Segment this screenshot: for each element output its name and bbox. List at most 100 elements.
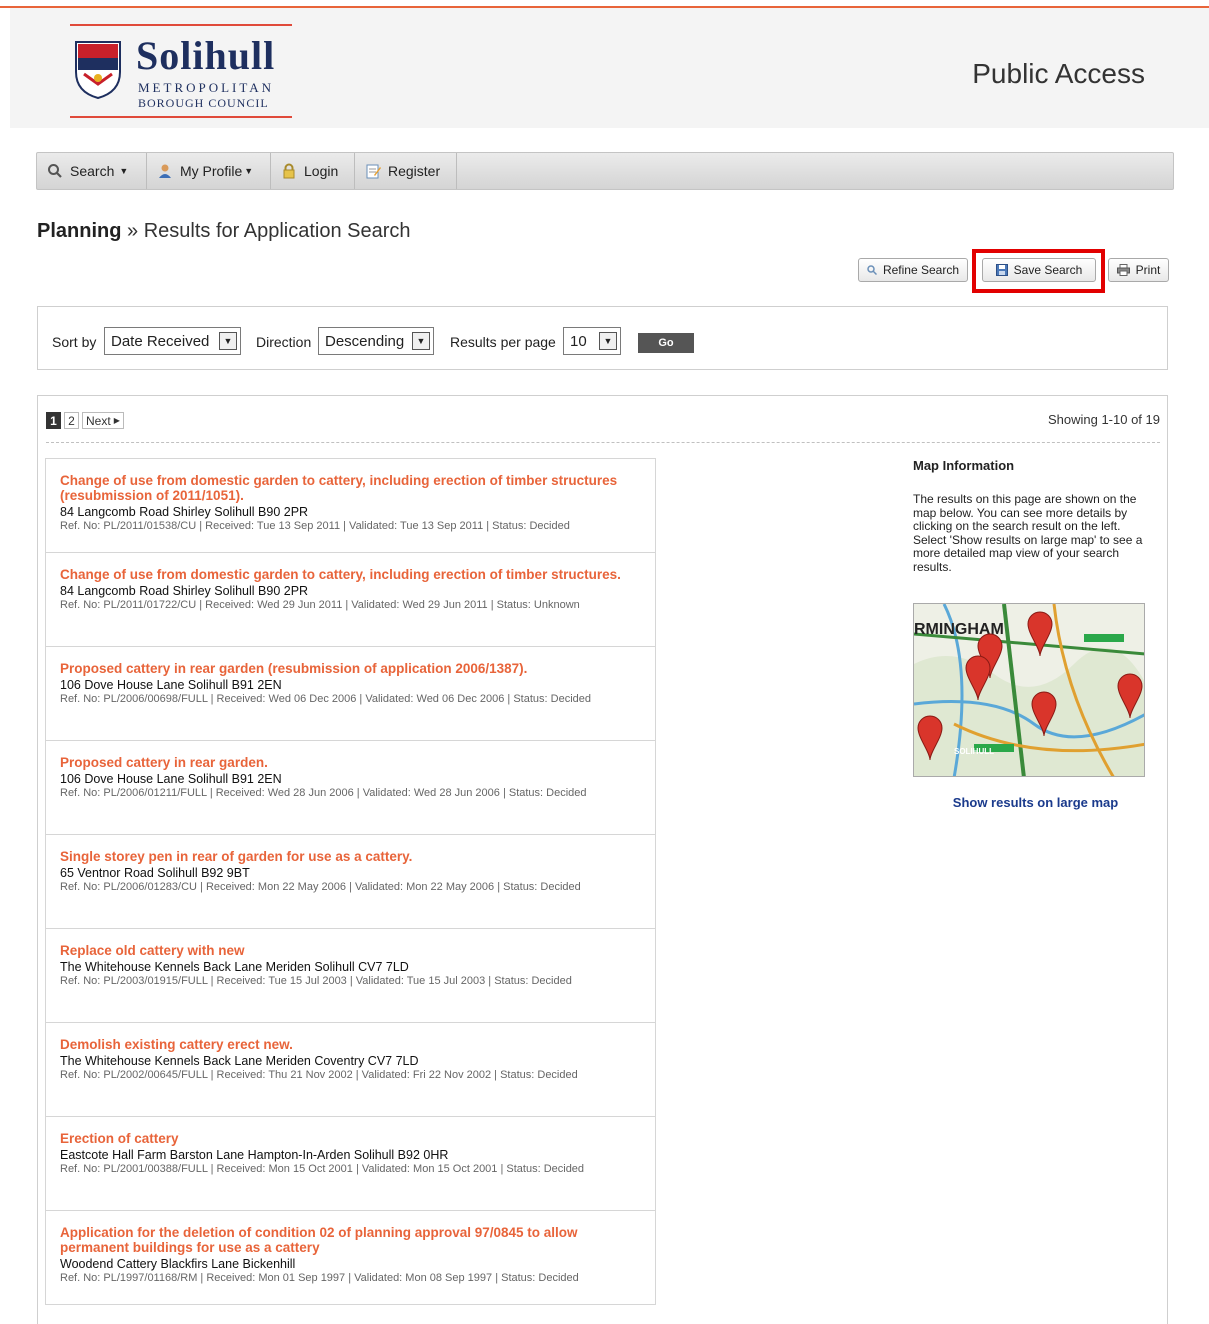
results-panel: 1 2 Next ▶ Showing 1-10 of 19 Change of u… (37, 395, 1168, 1324)
results-per-page-value: 10 (570, 332, 587, 350)
list-item[interactable]: Proposed cattery in rear garden. 106 Dov… (46, 741, 655, 835)
result-meta: Ref. No: PL/2006/01283/CU | Received: Mo… (60, 881, 581, 893)
list-item[interactable]: Single storey pen in rear of garden for … (46, 835, 655, 929)
council-logo[interactable]: Solihull METROPOLITAN BOROUGH COUNCIL (58, 24, 298, 120)
map-heading: Map Information (913, 458, 1015, 473)
result-title[interactable]: Replace old cattery with new (60, 943, 641, 958)
breadcrumb-separator: » (121, 220, 144, 242)
refine-search-label: Refine Search (882, 263, 960, 277)
map-description: The results on this page are shown on th… (913, 492, 1143, 574)
nav-search[interactable]: Search ▼ (37, 153, 147, 189)
results-list: Change of use from domestic garden to ca… (45, 458, 656, 1305)
list-item[interactable]: Change of use from domestic garden to ca… (46, 459, 655, 553)
direction-select[interactable]: Descending ▼ (318, 327, 434, 355)
result-address: Eastcote Hall Farm Barston Lane Hampton-… (60, 1148, 449, 1162)
result-title[interactable]: Application for the deletion of conditio… (60, 1225, 641, 1255)
map-town-label: SOLIHULL (954, 747, 994, 756)
sort-by-select[interactable]: Date Received ▼ (104, 327, 241, 355)
page-1-link[interactable]: 1 (46, 412, 61, 429)
page-2-link[interactable]: 2 (64, 412, 79, 429)
chevron-down-icon: ▼ (219, 332, 237, 350)
result-meta: Ref. No: PL/1997/01168/RM | Received: Mo… (60, 1272, 579, 1284)
result-meta: Ref. No: PL/2003/01915/FULL | Received: … (60, 975, 572, 987)
nav-my-profile[interactable]: My Profile ▼ (147, 153, 271, 189)
logo-wordmark: Solihull (136, 33, 276, 78)
main-nav: Search ▼ My Profile ▼ Login Register (36, 152, 1174, 190)
save-search-highlight (972, 249, 1105, 293)
nav-my-profile-label: My Profile (180, 163, 243, 179)
result-title[interactable]: Change of use from domestic garden to ca… (60, 473, 641, 503)
chevron-down-icon: ▼ (244, 166, 254, 176)
chevron-down-icon: ▼ (412, 332, 430, 350)
show-large-map-link[interactable]: Show results on large map (913, 795, 1158, 810)
result-title[interactable]: Single storey pen in rear of garden for … (60, 849, 641, 864)
sort-by-label: Sort by (52, 334, 97, 350)
nav-login-label: Login (304, 163, 339, 179)
result-address: The Whitehouse Kennels Back Lane Meriden… (60, 960, 409, 974)
print-label: Print (1135, 263, 1161, 277)
logo-subtitle-2: BOROUGH COUNCIL (138, 96, 269, 110)
go-button[interactable]: Go (638, 333, 694, 353)
site-title: Public Access (972, 58, 1145, 89)
result-address: 106 Dove House Lane Solihull B91 2EN (60, 772, 282, 786)
chevron-down-icon: ▼ (119, 166, 129, 176)
breadcrumb: Planning » Results for Application Searc… (37, 220, 411, 243)
result-address: 65 Ventnor Road Solihull B92 9BT (60, 866, 250, 880)
nav-register-label: Register (388, 163, 441, 179)
next-label: Next (86, 413, 111, 428)
list-item[interactable]: Erection of cattery Eastcote Hall Farm B… (46, 1117, 655, 1211)
results-map-thumbnail[interactable]: RMINGHAM SOLIHULL (913, 603, 1145, 777)
result-meta: Ref. No: PL/2011/01722/CU | Received: We… (60, 599, 580, 611)
result-address: The Whitehouse Kennels Back Lane Meriden… (60, 1054, 419, 1068)
result-address: 106 Dove House Lane Solihull B91 2EN (60, 678, 282, 692)
result-address: Woodend Cattery Blackfirs Lane Bickenhil… (60, 1257, 296, 1271)
register-icon (366, 164, 381, 179)
logo-top-rule (70, 24, 292, 26)
list-item[interactable]: Change of use from domestic garden to ca… (46, 553, 655, 647)
chevron-down-icon: ▼ (599, 332, 617, 350)
result-title[interactable]: Proposed cattery in rear garden. (60, 755, 641, 770)
divider (46, 442, 1160, 443)
list-item[interactable]: Demolish existing cattery erect new. The… (46, 1023, 655, 1117)
result-title[interactable]: Proposed cattery in rear garden (resubmi… (60, 661, 641, 676)
crest-icon (75, 41, 121, 100)
logo-bottom-rule (70, 116, 292, 118)
printer-icon (1116, 264, 1130, 276)
result-title[interactable]: Demolish existing cattery erect new. (60, 1037, 641, 1052)
result-title[interactable]: Erection of cattery (60, 1131, 641, 1146)
lock-icon (283, 163, 295, 179)
page-title: Results for Application Search (143, 220, 411, 242)
list-item[interactable]: Application for the deletion of conditio… (46, 1211, 655, 1305)
result-title[interactable]: Change of use from domestic garden to ca… (60, 567, 641, 582)
result-meta: Ref. No: PL/2001/00388/FULL | Received: … (60, 1163, 585, 1175)
sort-options-panel: Sort by Date Received ▼ Direction Descen… (37, 306, 1168, 370)
site-header: Solihull METROPOLITAN BOROUGH COUNCIL Pu… (10, 8, 1209, 128)
result-meta: Ref. No: PL/2006/01211/FULL | Received: … (60, 787, 587, 799)
nav-login[interactable]: Login (271, 153, 355, 189)
result-meta: Ref. No: PL/2006/00698/FULL | Received: … (60, 693, 591, 705)
next-page-link[interactable]: Next ▶ (82, 412, 124, 429)
refine-icon (867, 265, 877, 275)
sort-by-value: Date Received (111, 332, 210, 350)
direction-value: Descending (325, 332, 405, 350)
results-per-page-select[interactable]: 10 ▼ (563, 327, 621, 355)
pagination: 1 2 Next ▶ (46, 412, 127, 429)
breadcrumb-section[interactable]: Planning (37, 220, 121, 242)
map-information: Map Information The results on this page… (913, 458, 1153, 574)
list-item[interactable]: Proposed cattery in rear garden (resubmi… (46, 647, 655, 741)
list-item[interactable]: Replace old cattery with new The Whiteho… (46, 929, 655, 1023)
map-image: RMINGHAM SOLIHULL (914, 604, 1144, 776)
direction-label: Direction (256, 334, 312, 350)
search-icon (48, 164, 62, 178)
print-button[interactable]: Print (1108, 258, 1169, 282)
results-count: Showing 1-10 of 19 (1047, 412, 1160, 427)
result-meta: Ref. No: PL/2011/01538/CU | Received: Tu… (60, 520, 570, 532)
nav-register[interactable]: Register (355, 153, 457, 189)
nav-search-label: Search (70, 163, 115, 179)
logo-subtitle-1: METROPOLITAN (138, 80, 275, 95)
refine-search-button[interactable]: Refine Search (858, 258, 968, 282)
result-meta: Ref. No: PL/2002/00645/FULL | Received: … (60, 1069, 578, 1081)
results-per-page-label: Results per page (450, 334, 556, 350)
result-address: 84 Langcomb Road Shirley Solihull B90 2P… (60, 584, 309, 598)
result-address: 84 Langcomb Road Shirley Solihull B90 2P… (60, 505, 309, 519)
